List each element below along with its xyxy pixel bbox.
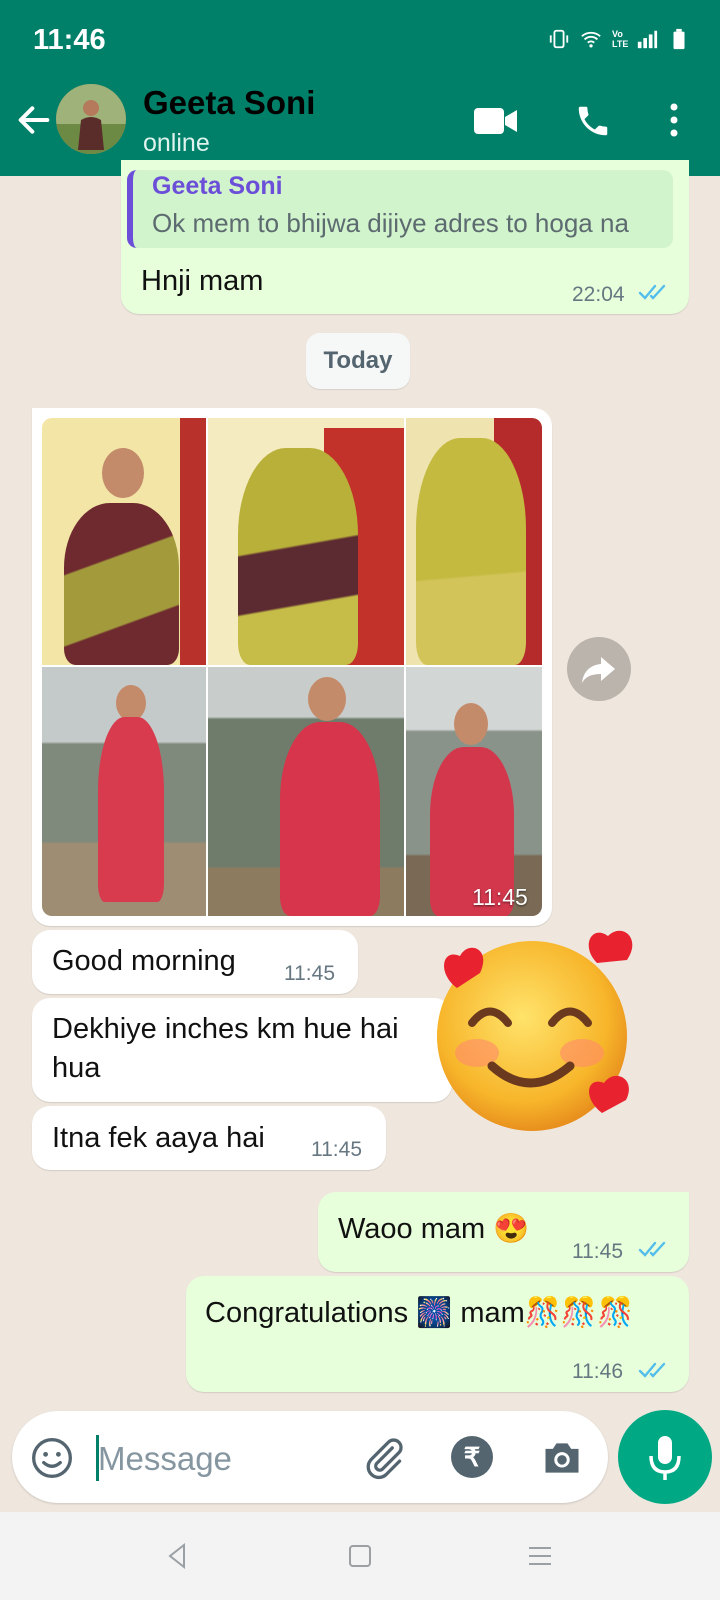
read-ticks-icon (638, 1241, 666, 1257)
album-photo[interactable] (42, 418, 206, 665)
nav-home-icon[interactable] (344, 1540, 376, 1572)
album-time: 11:45 (472, 884, 528, 910)
album-photo[interactable] (406, 418, 542, 665)
microphone-icon (649, 1436, 681, 1480)
text-cursor (96, 1435, 99, 1481)
message-time: 22:04 (572, 283, 625, 306)
voice-call-icon[interactable] (574, 102, 612, 140)
date-chip: Today (306, 333, 410, 389)
contact-status: online (143, 129, 210, 157)
vibrate-icon (549, 29, 569, 49)
smiling-face-hearts-sticker[interactable] (432, 928, 642, 1138)
album-photo[interactable] (208, 418, 404, 665)
message-time: 11:45 (311, 1138, 362, 1161)
forward-icon (582, 657, 615, 683)
message-input[interactable] (96, 1432, 350, 1486)
attachment-icon[interactable] (362, 1436, 406, 1480)
contact-name[interactable]: Geeta Soni (143, 84, 315, 122)
album-photo[interactable] (42, 667, 206, 916)
quoted-sender: Geeta Soni (152, 172, 283, 200)
message-time: 11:46 (572, 1360, 623, 1383)
message-text-line: hua (52, 1052, 101, 1084)
quoted-text: Ok mem to bhijwa dijiye adres to hoga na (152, 208, 629, 238)
emoji-icon[interactable] (30, 1436, 74, 1480)
back-arrow-icon[interactable] (14, 100, 54, 140)
signal-icon (637, 30, 658, 49)
contact-avatar[interactable] (56, 84, 126, 154)
status-icons: Vo LTE (548, 28, 690, 50)
forward-button[interactable] (567, 637, 631, 701)
message-text: Hnji mam (141, 265, 264, 297)
message-text: Waoo mam 😍 (338, 1213, 530, 1245)
read-ticks-icon (638, 284, 666, 300)
message-text-line: Dekhiye inches km hue hai (52, 1013, 399, 1045)
album-photo[interactable] (406, 667, 542, 916)
more-options-icon[interactable] (664, 100, 684, 140)
message-text: Congratulations 🎆 mam🎊🎊🎊 (205, 1297, 634, 1329)
video-call-icon[interactable] (474, 105, 518, 137)
voice-message-button[interactable] (618, 1410, 712, 1504)
album-photo[interactable] (208, 667, 404, 916)
wifi-icon (581, 31, 601, 48)
message-text: Itna fek aaya hai (52, 1122, 265, 1154)
battery-icon (673, 28, 685, 50)
nav-menu-icon[interactable] (524, 1540, 556, 1572)
network-label: Vo LTE (612, 29, 629, 49)
nav-back-icon[interactable] (162, 1540, 194, 1572)
message-time: 11:45 (284, 962, 335, 985)
payment-rupee-icon[interactable]: ₹ (451, 1436, 493, 1478)
avatar-photo (56, 84, 126, 154)
read-ticks-icon (638, 1362, 666, 1378)
camera-icon[interactable] (540, 1436, 584, 1480)
message-text: Good morning (52, 945, 236, 977)
message-time: 11:45 (572, 1240, 623, 1263)
status-time: 11:46 (33, 24, 106, 56)
photo-album[interactable] (42, 418, 542, 916)
